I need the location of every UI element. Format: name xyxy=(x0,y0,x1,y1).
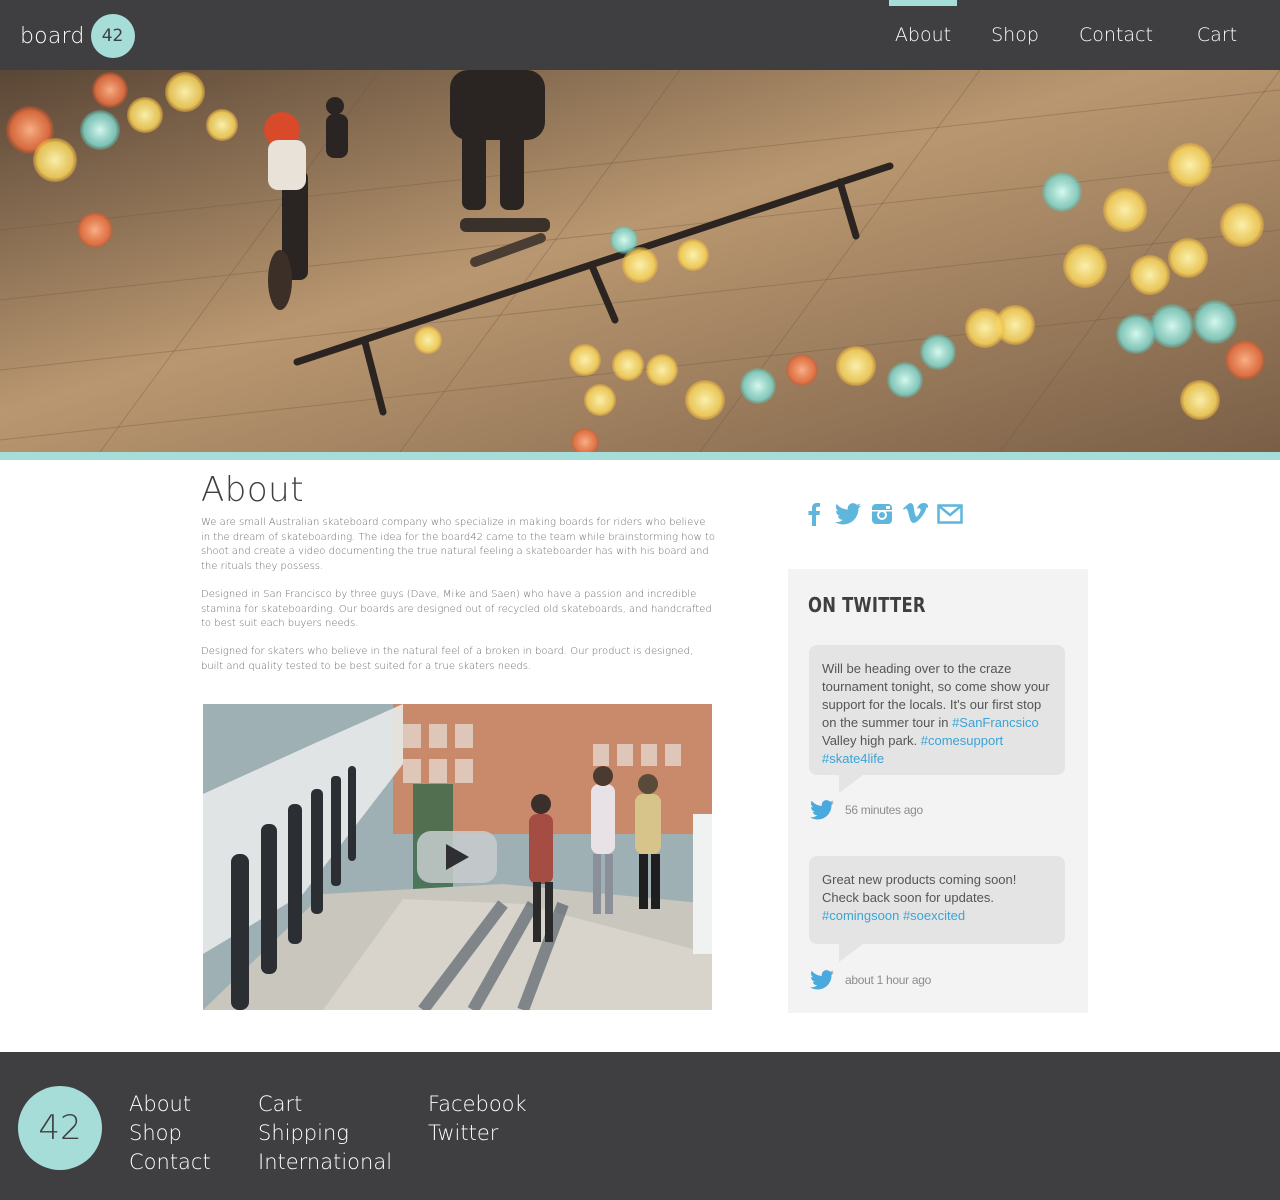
twitter-bird-icon xyxy=(810,800,834,820)
tweet-1-hashtag-comesupport[interactable]: #comesupport xyxy=(921,733,1003,748)
site-header: board 42 About Shop Contact Cart xyxy=(0,0,1280,70)
footer-link-contact[interactable]: Contact xyxy=(129,1148,211,1177)
nav-contact[interactable]: Contact xyxy=(1078,0,1154,70)
footer-column-1: About Shop Contact xyxy=(129,1090,211,1177)
footer-link-facebook[interactable]: Facebook xyxy=(428,1090,527,1119)
nav-about[interactable]: About xyxy=(889,0,957,70)
footer-column-3: Facebook Twitter xyxy=(428,1090,527,1148)
hero-accent-stripe xyxy=(0,452,1280,460)
about-paragraph-1: We are small Australian skateboard compa… xyxy=(201,517,715,572)
footer-logo-badge[interactable]: 42 xyxy=(18,1086,102,1170)
facebook-icon[interactable] xyxy=(800,500,828,528)
logo-wordmark: board xyxy=(20,23,85,49)
tweet-2: Great new products coming soon! Check ba… xyxy=(809,856,1065,962)
tweet-1-text-mid: Valley high park. xyxy=(822,733,921,748)
about-paragraph-3: Designed for skaters who believe in the … xyxy=(201,646,694,672)
play-icon xyxy=(446,844,469,870)
tweet-2-hashtag-comingsoon[interactable]: #comingsoon xyxy=(822,908,899,923)
vimeo-icon[interactable] xyxy=(902,500,930,528)
footer-link-international[interactable]: International xyxy=(258,1148,392,1177)
twitter-icon[interactable] xyxy=(834,500,862,528)
social-icons xyxy=(800,500,964,528)
tweet-2-time[interactable]: about 1 hour ago xyxy=(845,973,931,987)
video-player[interactable] xyxy=(203,704,712,1010)
footer-link-shop[interactable]: Shop xyxy=(129,1119,211,1148)
instagram-icon[interactable] xyxy=(868,500,896,528)
play-button[interactable] xyxy=(417,831,497,883)
tweet-2-hashtag-soexcited[interactable]: #soexcited xyxy=(903,908,965,923)
footer-link-cart[interactable]: Cart xyxy=(258,1090,392,1119)
hero-image xyxy=(0,70,1280,452)
tweet-2-meta: about 1 hour ago xyxy=(809,969,931,991)
tweet-1-hashtag-skate4life[interactable]: #skate4life xyxy=(822,751,884,766)
site-footer: 42 About Shop Contact Cart Shipping Inte… xyxy=(0,1052,1280,1200)
twitter-feed-panel: ON TWITTER Will be heading over to the c… xyxy=(788,569,1088,1013)
tweet-2-text: Great new products coming soon! Check ba… xyxy=(822,872,1017,905)
nav-cart[interactable]: Cart xyxy=(1194,0,1240,70)
footer-link-shipping[interactable]: Shipping xyxy=(258,1119,392,1148)
about-heading: About xyxy=(201,470,305,510)
mail-icon[interactable] xyxy=(936,500,964,528)
logo-badge: 42 xyxy=(90,14,135,58)
tweet-1-time[interactable]: 56 minutes ago xyxy=(845,803,923,817)
twitter-bird-icon xyxy=(810,970,834,990)
twitter-feed-title: ON TWITTER xyxy=(808,593,926,617)
footer-link-twitter[interactable]: Twitter xyxy=(428,1119,527,1148)
hero-skate-photo xyxy=(0,70,1280,452)
tweet-1: Will be heading over to the craze tourna… xyxy=(809,645,1065,793)
about-paragraph-2: Designed in San Francisco by three guys … xyxy=(201,589,712,629)
site-logo[interactable]: board 42 xyxy=(20,14,135,58)
footer-link-about[interactable]: About xyxy=(129,1090,211,1119)
tweet-1-hashtag-sanfrancsico[interactable]: #SanFrancsico xyxy=(952,715,1039,730)
nav-shop[interactable]: Shop xyxy=(986,0,1044,70)
footer-column-2: Cart Shipping International xyxy=(258,1090,392,1177)
tweet-1-meta: 56 minutes ago xyxy=(809,799,923,821)
